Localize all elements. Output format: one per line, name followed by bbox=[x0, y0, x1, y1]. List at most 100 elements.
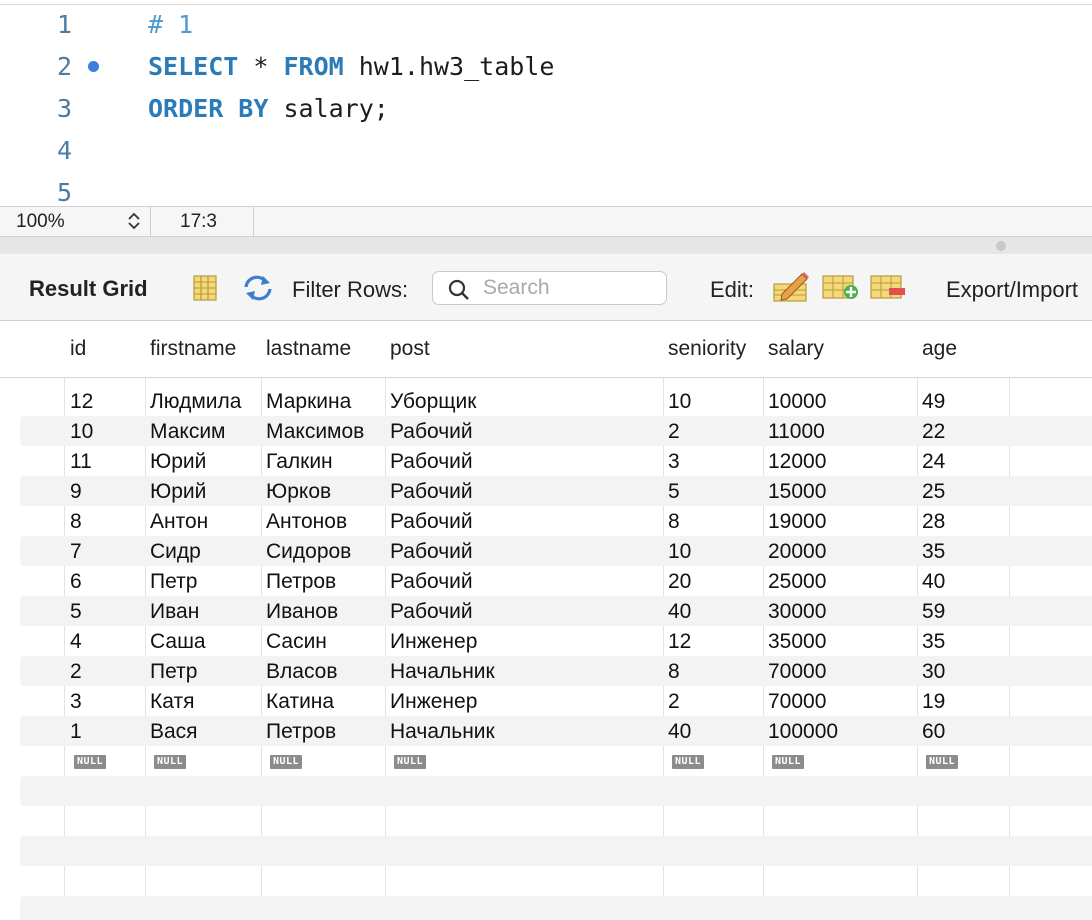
search-input[interactable] bbox=[483, 275, 653, 301]
cell-salary[interactable]: 100000 bbox=[768, 720, 838, 744]
null-badge[interactable]: NULL bbox=[394, 755, 427, 769]
cell-seniority[interactable]: 20 bbox=[668, 570, 691, 594]
cell-salary[interactable]: 70000 bbox=[768, 690, 826, 714]
cell-seniority[interactable]: 2 bbox=[668, 420, 680, 444]
column-header-salary[interactable]: salary bbox=[768, 337, 824, 361]
cell-seniority[interactable]: 10 bbox=[668, 540, 691, 564]
cell-salary[interactable]: 35000 bbox=[768, 630, 826, 654]
cell-age[interactable]: 19 bbox=[922, 690, 945, 714]
cell-id[interactable]: 12 bbox=[70, 390, 93, 414]
code-line-5[interactable]: 5 bbox=[0, 172, 1092, 206]
code-line-1[interactable]: 1 # 1 bbox=[0, 4, 1092, 46]
cell-age[interactable]: 59 bbox=[922, 600, 945, 624]
cell-firstname[interactable]: Людмила bbox=[150, 390, 241, 414]
insert-row-icon[interactable] bbox=[821, 272, 859, 307]
cell-salary[interactable]: 70000 bbox=[768, 660, 826, 684]
cell-id[interactable]: 7 bbox=[70, 540, 82, 564]
cell-firstname[interactable]: Петр bbox=[150, 660, 197, 684]
cell-id[interactable]: 10 bbox=[70, 420, 93, 444]
cell-post[interactable]: Рабочий bbox=[390, 540, 473, 564]
cell-post[interactable]: Рабочий bbox=[390, 450, 473, 474]
cell-id[interactable]: 11 bbox=[70, 450, 92, 474]
table-row[interactable]: 3 Катя Катина Инженер 2 70000 19 bbox=[0, 686, 1092, 716]
cell-seniority[interactable]: 40 bbox=[668, 720, 691, 744]
cell-age[interactable]: 30 bbox=[922, 660, 945, 684]
cell-firstname[interactable]: Юрий bbox=[150, 480, 206, 504]
cell-id[interactable]: 6 bbox=[70, 570, 82, 594]
execution-marker-dot[interactable] bbox=[88, 61, 99, 72]
column-layout-icon[interactable] bbox=[191, 274, 219, 307]
table-row[interactable]: 10 Максим Максимов Рабочий 2 11000 22 bbox=[0, 416, 1092, 446]
cell-firstname[interactable]: Вася bbox=[150, 720, 198, 744]
export-import-label[interactable]: Export/Import bbox=[946, 277, 1078, 303]
result-grid-title[interactable]: Result Grid bbox=[29, 276, 148, 302]
cell-firstname[interactable]: Катя bbox=[150, 690, 194, 714]
cell-id[interactable]: 9 bbox=[70, 480, 82, 504]
cell-salary[interactable]: 25000 bbox=[768, 570, 826, 594]
cell-id[interactable]: 3 bbox=[70, 690, 82, 714]
cell-lastname[interactable]: Власов bbox=[266, 660, 338, 684]
zoom-stepper-icon[interactable] bbox=[126, 210, 142, 237]
cell-lastname[interactable]: Антонов bbox=[266, 510, 347, 534]
cell-seniority[interactable]: 8 bbox=[668, 510, 680, 534]
cell-age[interactable]: 40 bbox=[922, 570, 945, 594]
code-line-3[interactable]: 3 ORDER BY salary; bbox=[0, 88, 1092, 130]
zoom-level[interactable]: 100% bbox=[16, 211, 65, 233]
null-badge[interactable]: NULL bbox=[772, 755, 805, 769]
null-badge[interactable]: NULL bbox=[74, 755, 107, 769]
cell-lastname[interactable]: Максимов bbox=[266, 420, 364, 444]
panel-splitter[interactable] bbox=[0, 236, 1092, 255]
cell-lastname[interactable]: Иванов bbox=[266, 600, 338, 624]
cell-id[interactable]: 4 bbox=[70, 630, 82, 654]
table-row[interactable]: 5 Иван Иванов Рабочий 40 30000 59 bbox=[0, 596, 1092, 626]
null-badge[interactable]: NULL bbox=[926, 755, 959, 769]
filter-search-box[interactable] bbox=[432, 271, 667, 305]
cell-lastname[interactable]: Сидоров bbox=[266, 540, 351, 564]
delete-row-icon[interactable] bbox=[869, 272, 907, 307]
table-row[interactable]: 11 Юрий Галкин Рабочий 3 12000 24 bbox=[0, 446, 1092, 476]
column-header-firstname[interactable]: firstname bbox=[150, 337, 236, 361]
cell-firstname[interactable]: Юрий bbox=[150, 450, 206, 474]
cell-age[interactable]: 35 bbox=[922, 540, 945, 564]
table-row[interactable]: 1 Вася Петров Начальник 40 100000 60 bbox=[0, 716, 1092, 746]
cell-lastname[interactable]: Маркина bbox=[266, 390, 351, 414]
new-row-placeholder[interactable]: NULL NULL NULL NULL NULL NULL NULL bbox=[0, 746, 1092, 776]
cell-age[interactable]: 60 bbox=[922, 720, 945, 744]
cell-lastname[interactable]: Сасин bbox=[266, 630, 327, 654]
cell-salary[interactable]: 10000 bbox=[768, 390, 826, 414]
cell-post[interactable]: Начальник bbox=[390, 720, 495, 744]
cell-age[interactable]: 49 bbox=[922, 390, 945, 414]
cell-salary[interactable]: 12000 bbox=[768, 450, 826, 474]
cell-post[interactable]: Инженер bbox=[390, 690, 477, 714]
cell-firstname[interactable]: Сидр bbox=[150, 540, 201, 564]
table-row[interactable]: 6 Петр Петров Рабочий 20 25000 40 bbox=[0, 566, 1092, 596]
cell-salary[interactable]: 15000 bbox=[768, 480, 826, 504]
cell-post[interactable]: Рабочий bbox=[390, 510, 473, 534]
table-row[interactable]: 9 Юрий Юрков Рабочий 5 15000 25 bbox=[0, 476, 1092, 506]
cell-seniority[interactable]: 12 bbox=[668, 630, 691, 654]
cell-firstname[interactable]: Иван bbox=[150, 600, 199, 624]
result-grid[interactable]: id firstname lastname post seniority sal… bbox=[0, 321, 1092, 920]
column-header-seniority[interactable]: seniority bbox=[668, 337, 746, 361]
edit-row-icon[interactable] bbox=[772, 270, 810, 309]
null-badge[interactable]: NULL bbox=[270, 755, 303, 769]
splitter-handle-icon[interactable] bbox=[996, 241, 1006, 251]
cell-post[interactable]: Рабочий bbox=[390, 480, 473, 504]
cell-post[interactable]: Рабочий bbox=[390, 600, 473, 624]
cell-post[interactable]: Уборщик bbox=[390, 390, 476, 414]
column-header-lastname[interactable]: lastname bbox=[266, 337, 351, 361]
cell-firstname[interactable]: Саша bbox=[150, 630, 206, 654]
cell-lastname[interactable]: Петров bbox=[266, 570, 336, 594]
cell-id[interactable]: 8 bbox=[70, 510, 82, 534]
table-row[interactable]: 2 Петр Власов Начальник 8 70000 30 bbox=[0, 656, 1092, 686]
cell-post[interactable]: Начальник bbox=[390, 660, 495, 684]
cell-post[interactable]: Рабочий bbox=[390, 570, 473, 594]
table-row[interactable]: 12 Людмила Маркина Уборщик 10 10000 49 bbox=[0, 386, 1092, 416]
null-badge[interactable]: NULL bbox=[672, 755, 705, 769]
cell-seniority[interactable]: 8 bbox=[668, 660, 680, 684]
table-row[interactable]: 8 Антон Антонов Рабочий 8 19000 28 bbox=[0, 506, 1092, 536]
cell-firstname[interactable]: Антон bbox=[150, 510, 208, 534]
cell-age[interactable]: 22 bbox=[922, 420, 945, 444]
cell-firstname[interactable]: Максим bbox=[150, 420, 226, 444]
cell-lastname[interactable]: Петров bbox=[266, 720, 336, 744]
